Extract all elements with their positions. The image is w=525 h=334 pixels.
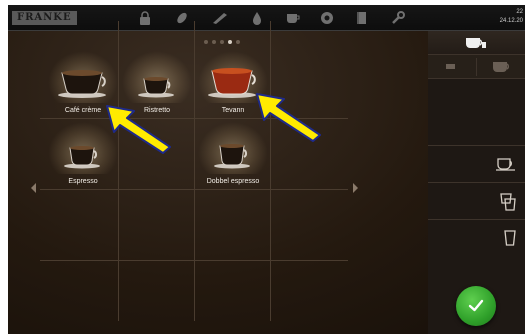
large-cup-option[interactable] [477,55,525,79]
tea-cup-icon [208,68,256,98]
size-option-glass[interactable] [428,219,525,256]
page-dot[interactable] [204,40,208,44]
page-dot[interactable] [212,40,216,44]
cup-saucer-icon [496,158,515,171]
page-dot[interactable] [236,40,240,44]
espresso-cup-icon [64,146,100,169]
cup-type-selected[interactable] [428,31,525,55]
clock-time: 22 [516,9,523,15]
product-label: Espresso [68,178,98,185]
page-dot[interactable] [220,40,224,44]
annotation-arrow-icon [106,105,171,154]
clock: 22 24.12.20 [500,8,523,26]
cafe-creme-cup-icon [58,70,106,98]
page-indicator [204,40,240,44]
previous-page-arrow[interactable] [31,183,39,195]
grid-line [40,260,348,261]
cups-icon [466,38,486,48]
glass-icon [504,230,516,246]
brand-logo: FRANKE [12,11,77,25]
wrench-icon[interactable] [391,11,405,25]
product-label: Dobbel espresso [206,178,260,185]
large-cup-icon [500,193,516,211]
clock-date: 24.12.20 [499,18,523,24]
confirm-button[interactable] [456,286,496,326]
small-cup-option[interactable] [428,55,476,79]
next-page-arrow[interactable] [352,183,360,195]
badge-icon[interactable] [319,11,333,25]
size-option-cup-saucer[interactable] [428,145,525,182]
leaf-icon[interactable] [175,11,189,25]
lock-icon[interactable] [138,11,152,25]
ristretto-cup-icon [138,77,174,98]
book-icon[interactable] [354,11,368,25]
small-cup-icon [446,64,455,69]
top-bar: FRANKE 22 24.12.20 [8,5,525,31]
size-option-large[interactable] [428,182,525,219]
check-icon [468,299,484,312]
annotation-arrow-icon [256,93,321,142]
coffee-machine-screen: FRANKE 22 24.12.20 Café crème Ristretto … [8,5,525,334]
cup-icon[interactable] [286,11,300,25]
brush-icon[interactable] [212,11,227,25]
drop-icon[interactable] [250,11,264,25]
double-espresso-cup-icon [214,144,250,169]
mug-icon [493,62,510,72]
page-dot-active[interactable] [228,40,232,44]
cup-type-options [428,55,525,79]
